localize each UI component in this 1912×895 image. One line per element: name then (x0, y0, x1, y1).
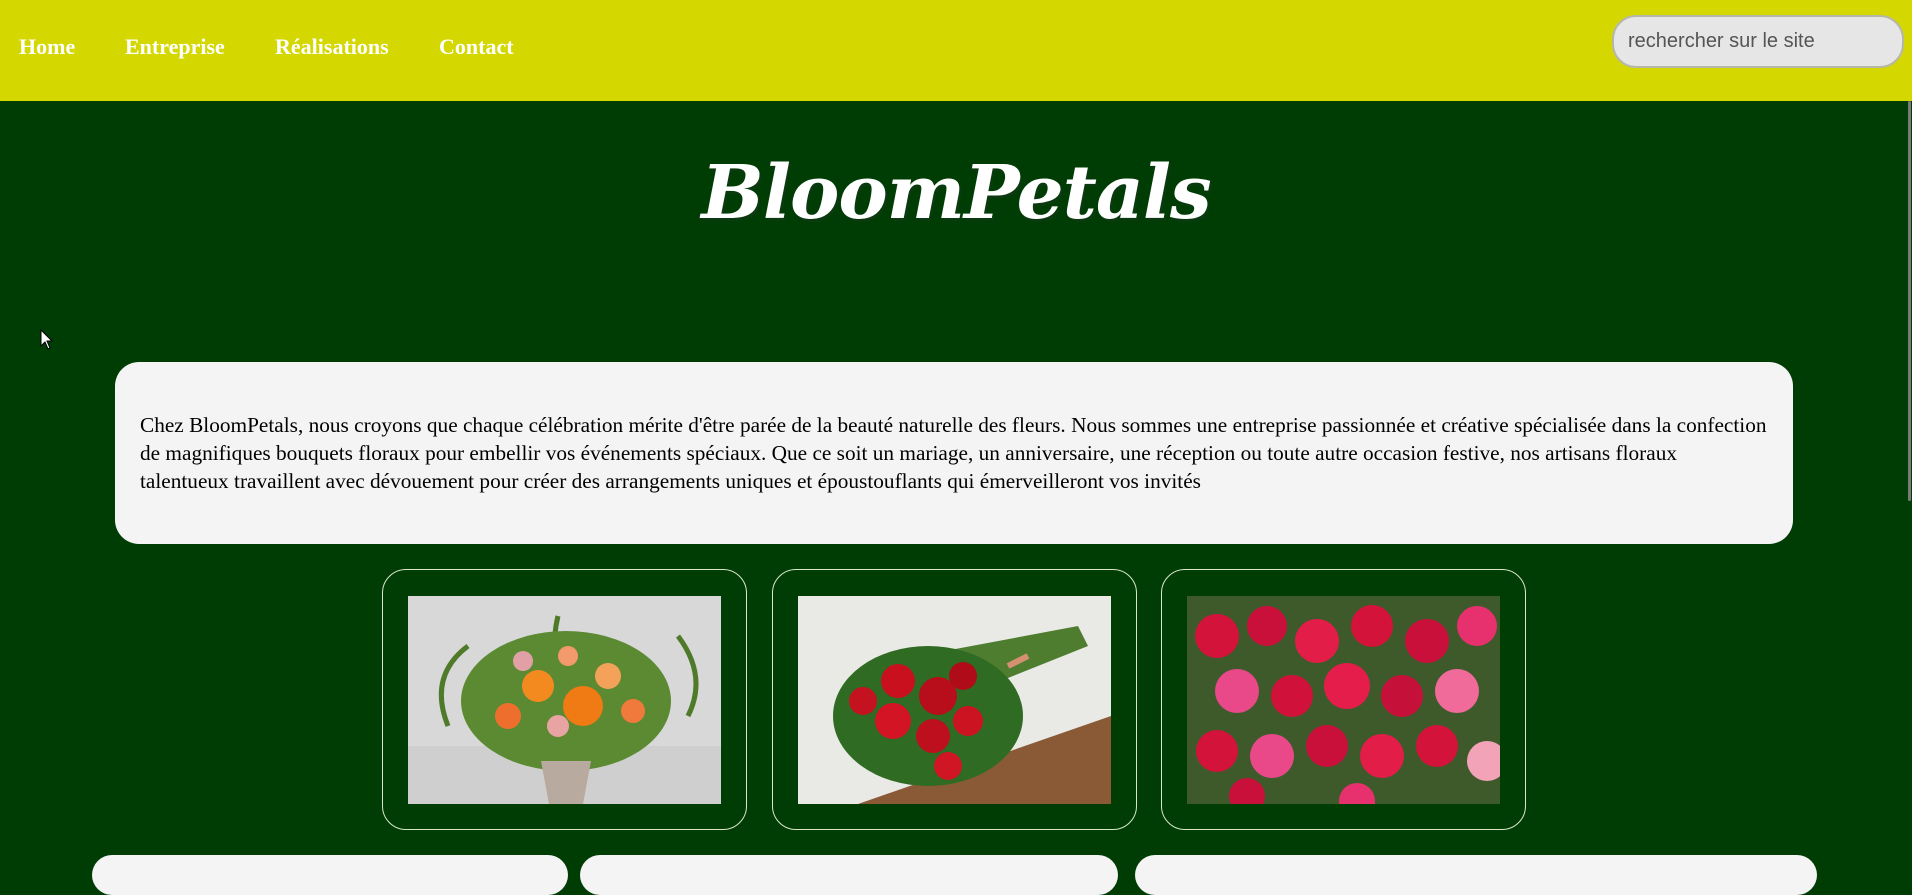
intro-panel: Chez BloomPetals, nous croyons que chaqu… (115, 362, 1793, 544)
bottom-card (580, 855, 1118, 895)
bottom-card (92, 855, 568, 895)
search-input[interactable] (1612, 15, 1904, 68)
pink-red-bouquet-photo (1187, 596, 1500, 804)
intro-text: Chez BloomPetals, nous croyons que chaqu… (140, 413, 1767, 493)
gallery-card[interactable] (772, 569, 1137, 830)
red-roses-photo (798, 596, 1111, 804)
bottom-card (1135, 855, 1817, 895)
nav-entreprise-link[interactable]: Entreprise (125, 34, 275, 60)
nav-contact-link[interactable]: Contact (439, 34, 514, 60)
gallery-card[interactable] (1161, 569, 1526, 830)
nav-home-link[interactable]: Home (19, 34, 125, 60)
header-bar: Home Entreprise Réalisations Contact (0, 0, 1912, 101)
gallery-card[interactable] (382, 569, 747, 830)
orange-bouquet-photo (408, 596, 721, 804)
brand-title: BloomPetals (701, 150, 1211, 236)
main-nav: Home Entreprise Réalisations Contact (19, 34, 514, 60)
nav-realisations-link[interactable]: Réalisations (275, 34, 439, 60)
